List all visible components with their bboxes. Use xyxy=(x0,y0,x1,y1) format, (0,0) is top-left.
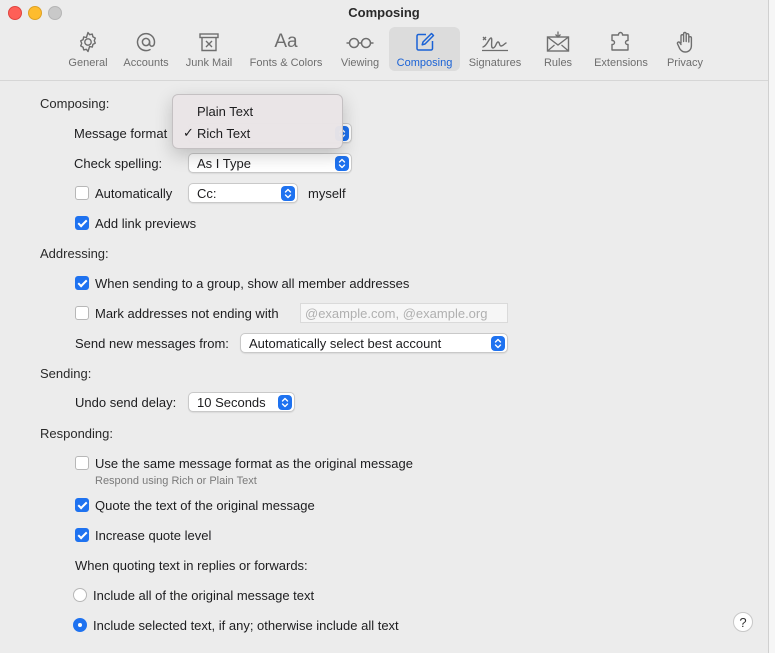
toolbar-rules[interactable]: Rules xyxy=(536,27,580,71)
toolbar-composing-label: Composing xyxy=(396,57,453,69)
quote-original-label: Quote the text of the original message xyxy=(95,498,315,513)
send-from-value: Automatically select best account xyxy=(249,336,442,351)
up-down-chevron-icon xyxy=(494,338,502,349)
toolbar-junk-mail-label: Junk Mail xyxy=(185,57,233,69)
up-down-chevron-icon xyxy=(338,158,346,169)
at-icon xyxy=(136,32,156,52)
window-title: Composing xyxy=(348,5,420,20)
toolbar-extensions[interactable]: Extensions xyxy=(588,27,654,71)
undo-send-value: 10 Seconds xyxy=(197,395,266,410)
same-format-checkbox[interactable] xyxy=(75,456,89,470)
include-selected-radio[interactable] xyxy=(73,618,87,632)
toolbar-fonts-colors-label: Fonts & Colors xyxy=(249,57,323,69)
toolbar-fonts-colors[interactable]: Aa Fonts & Colors xyxy=(244,27,328,71)
show-group-members-label: When sending to a group, show all member… xyxy=(95,276,410,291)
composing-section-header: Composing: xyxy=(40,96,110,111)
send-from-popup[interactable]: Automatically select best account xyxy=(240,333,508,353)
help-button[interactable]: ? xyxy=(733,612,753,632)
undo-send-label: Undo send delay: xyxy=(75,395,177,410)
myself-label: myself xyxy=(308,186,346,201)
toolbar-accounts-label: Accounts xyxy=(123,57,169,69)
link-previews-checkbox[interactable] xyxy=(75,216,89,230)
toolbar-composing[interactable]: Composing xyxy=(389,27,460,71)
sending-section-header: Sending: xyxy=(40,366,92,381)
send-from-stepper xyxy=(491,336,505,351)
menu-item-plain-text-label: Plain Text xyxy=(197,104,254,119)
menu-item-rich-text[interactable]: ✓ Rich Text xyxy=(173,124,342,144)
signature-icon xyxy=(482,36,508,52)
puzzle-icon xyxy=(611,31,629,51)
up-down-chevron-icon xyxy=(284,188,292,199)
toolbar-extensions-label: Extensions xyxy=(594,57,648,69)
quote-original-checkbox[interactable] xyxy=(75,498,89,512)
undo-send-stepper xyxy=(278,395,292,410)
check-spelling-value: As I Type xyxy=(197,156,251,171)
same-format-label: Use the same message format as the origi… xyxy=(95,456,413,471)
junk-trash-icon xyxy=(199,33,219,52)
hand-icon xyxy=(676,31,693,53)
check-spelling-stepper xyxy=(335,156,349,171)
toolbar-signatures-label: Signatures xyxy=(468,57,522,69)
menu-item-plain-text[interactable]: Plain Text xyxy=(173,102,342,122)
cc-value: Cc: xyxy=(197,186,217,201)
cc-stepper xyxy=(281,186,295,201)
toolbar-junk-mail[interactable]: Junk Mail xyxy=(180,27,238,71)
include-all-label: Include all of the original message text xyxy=(93,588,315,603)
addressing-section-header: Addressing: xyxy=(40,246,109,261)
compose-pencil-icon xyxy=(415,32,434,51)
toolbar-general-label: General xyxy=(68,57,108,69)
toolbar-signatures[interactable]: Signatures xyxy=(464,27,526,71)
toolbar-viewing-label: Viewing xyxy=(340,57,380,69)
gear-icon xyxy=(80,31,96,53)
quoting-options-label: When quoting text in replies or forwards… xyxy=(75,558,308,573)
domains-field[interactable] xyxy=(300,303,508,323)
cc-popup[interactable]: Cc: xyxy=(188,183,298,203)
domains-input[interactable] xyxy=(301,304,507,322)
title-bar: Composing General Accounts Junk Mail Aa … xyxy=(0,0,768,81)
toolbar-rules-label: Rules xyxy=(543,57,573,69)
toolbar-privacy[interactable]: Privacy xyxy=(660,27,710,71)
message-format-label: Message format xyxy=(74,126,168,141)
composing-pane: Composing: Message format Check spelling… xyxy=(0,81,768,653)
menu-item-rich-text-label: Rich Text xyxy=(197,126,251,141)
include-selected-label: Include selected text, if any; otherwise… xyxy=(93,618,399,633)
automatically-cc-checkbox[interactable] xyxy=(75,186,89,200)
preferences-window: Composing General Accounts Junk Mail Aa … xyxy=(0,0,775,653)
check-spelling-label: Check spelling: xyxy=(74,156,163,171)
same-format-hint: Respond using Rich or Plain Text xyxy=(95,475,257,487)
background-window-edge xyxy=(768,0,775,653)
automatically-label: Automatically xyxy=(95,186,173,201)
mark-addresses-checkbox[interactable] xyxy=(75,306,89,320)
link-previews-label: Add link previews xyxy=(95,216,197,231)
include-all-radio[interactable] xyxy=(73,588,87,602)
message-format-menu: Plain Text ✓ Rich Text xyxy=(172,94,343,149)
undo-send-popup[interactable]: 10 Seconds xyxy=(188,392,295,412)
font-aa-icon: Aa xyxy=(274,31,298,52)
toolbar-privacy-label: Privacy xyxy=(666,57,704,69)
up-down-chevron-icon xyxy=(281,397,289,408)
rules-envelope-icon xyxy=(546,31,570,52)
show-group-members-checkbox[interactable] xyxy=(75,276,89,290)
mark-addresses-label: Mark addresses not ending with xyxy=(95,306,279,321)
glasses-icon xyxy=(346,37,374,49)
check-spelling-popup[interactable]: As I Type xyxy=(188,153,352,173)
toolbar-viewing[interactable]: Viewing xyxy=(334,27,386,71)
toolbar-general[interactable]: General xyxy=(62,27,114,71)
toolbar-accounts[interactable]: Accounts xyxy=(118,27,174,71)
increase-quote-checkbox[interactable] xyxy=(75,528,89,542)
increase-quote-label: Increase quote level xyxy=(95,528,212,543)
responding-section-header: Responding: xyxy=(40,426,113,441)
checkmark-icon: ✓ xyxy=(183,125,194,140)
send-from-label: Send new messages from: xyxy=(75,336,229,351)
